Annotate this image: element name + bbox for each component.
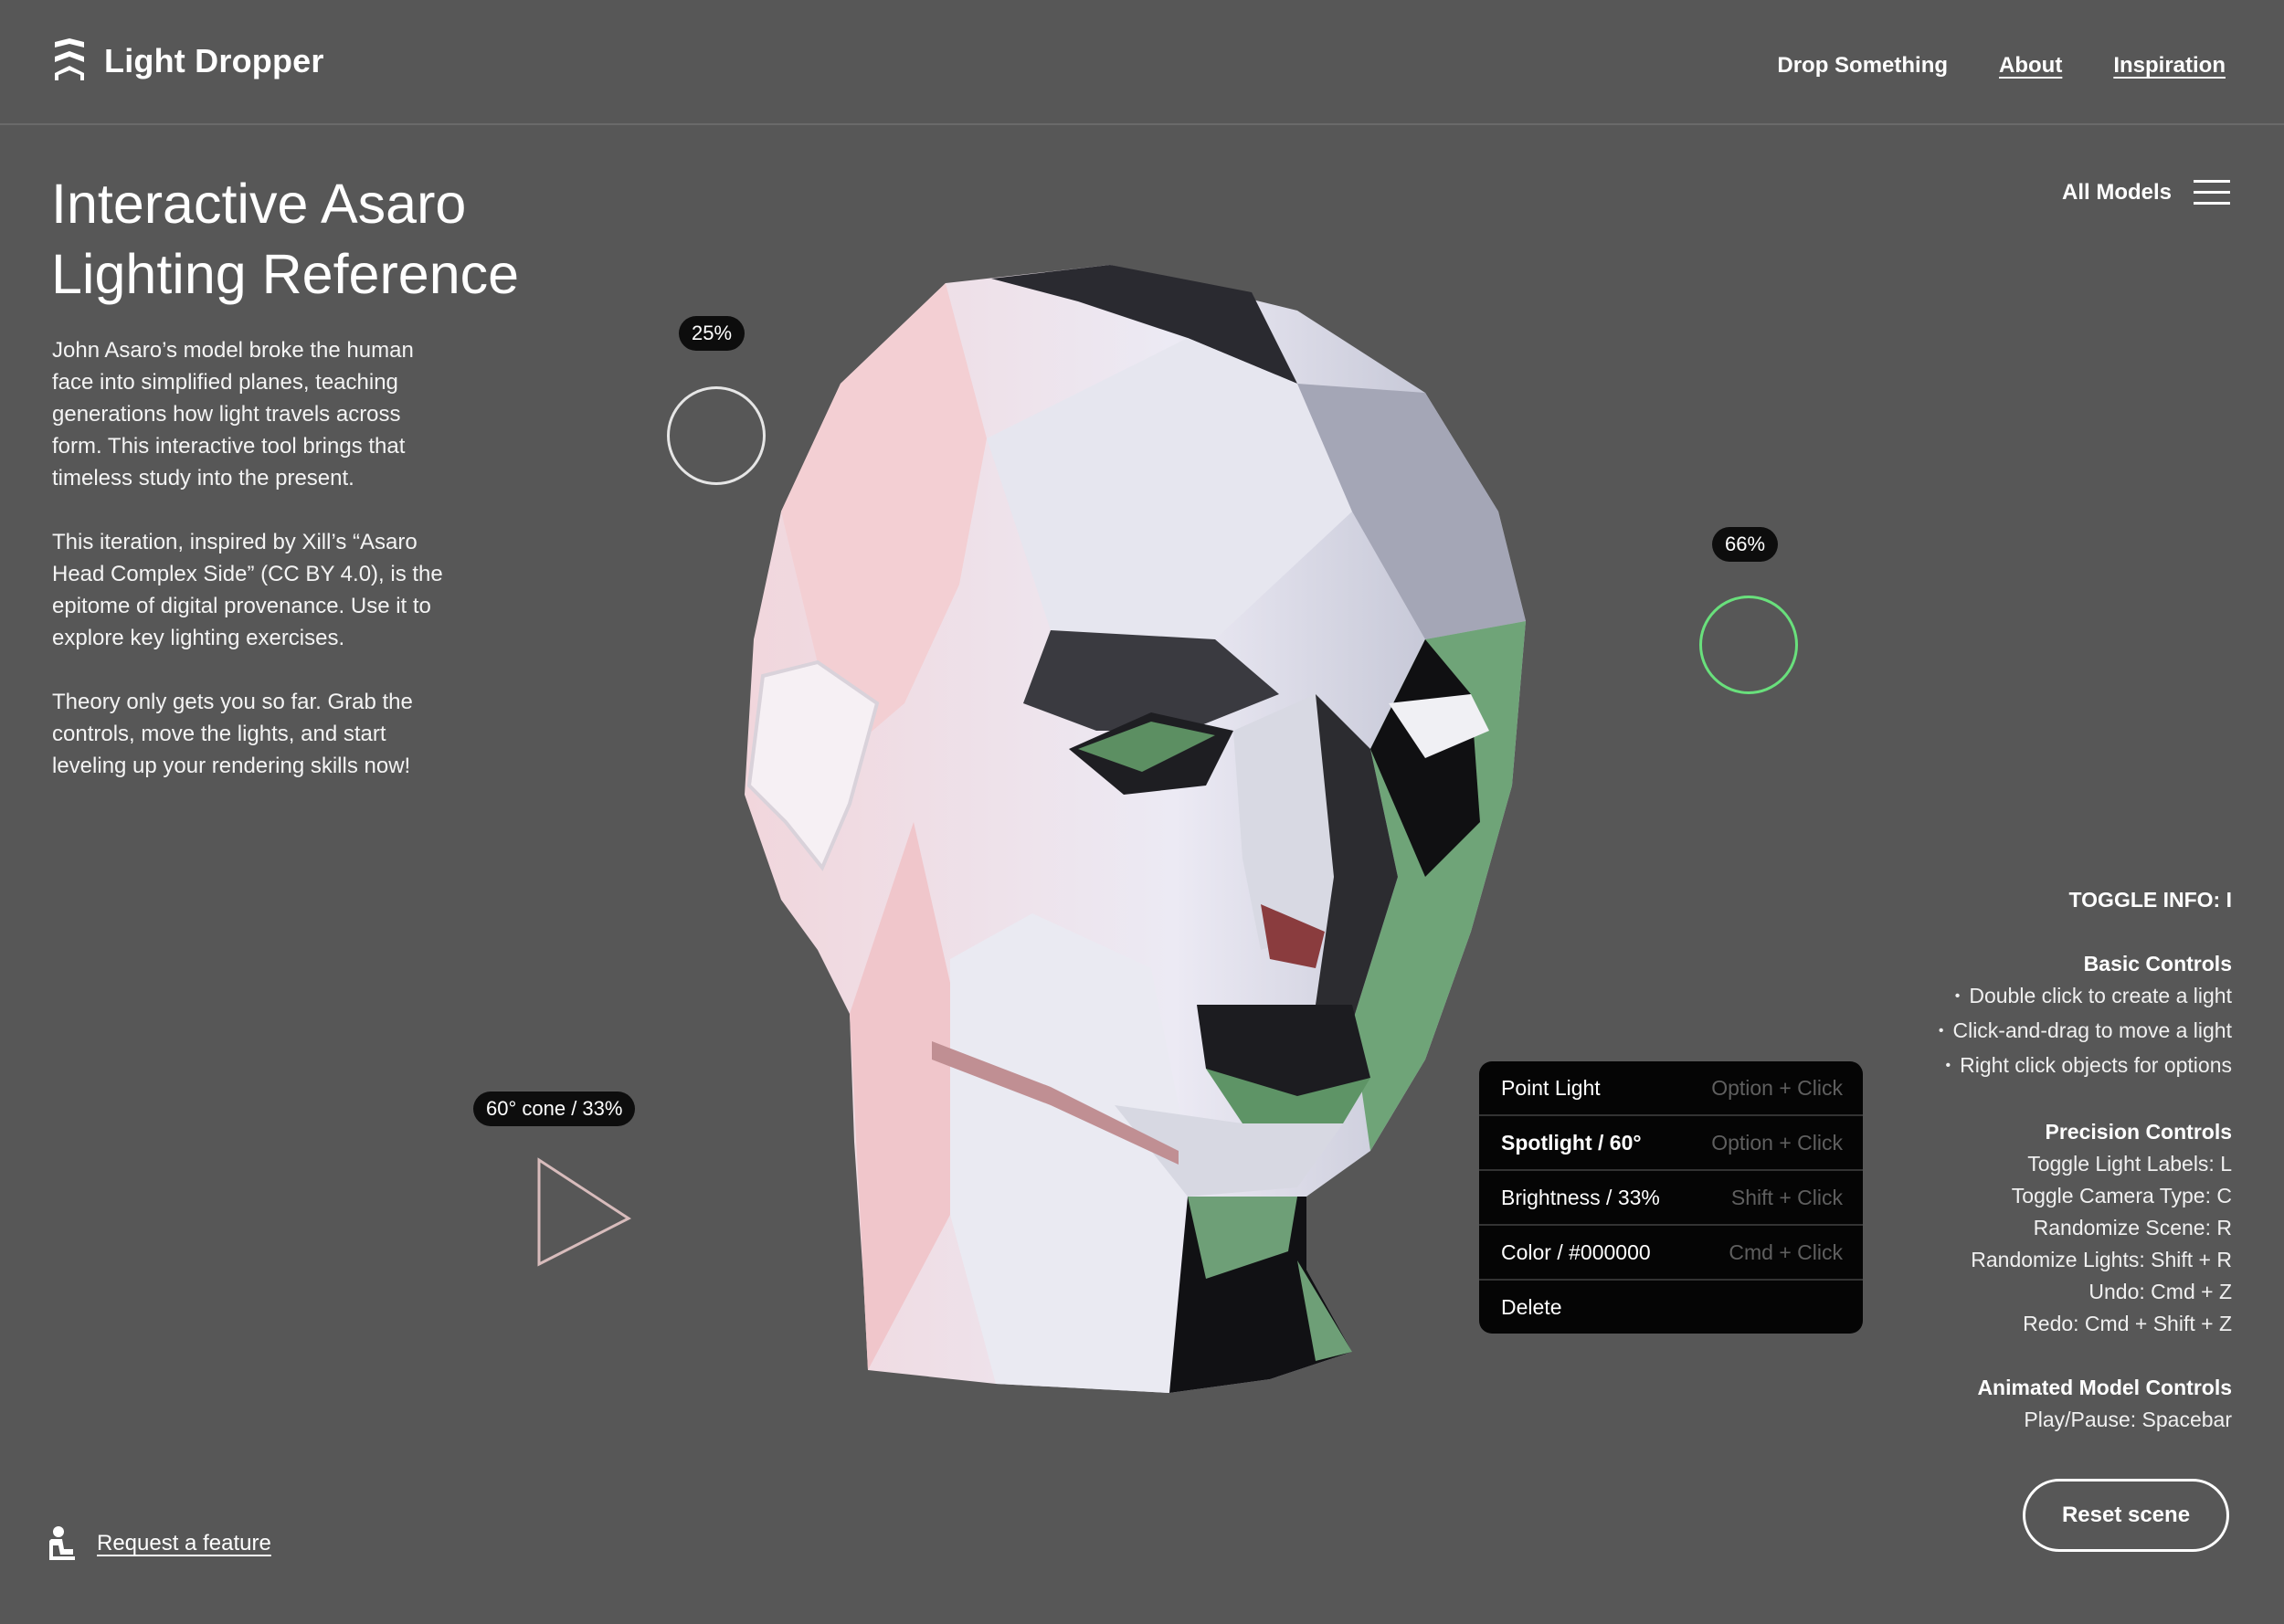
animated-control-item: Play/Pause: Spacebar [2024, 1408, 2232, 1431]
head-planes [745, 265, 1526, 1393]
person-seated-icon [49, 1526, 75, 1560]
toggle-info-hint[interactable]: TOGGLE INFO: I [1757, 884, 2232, 916]
request-feature[interactable]: Request a feature [48, 1525, 271, 1562]
light-label-point-1[interactable]: 25% [679, 316, 745, 351]
basic-control-item: Double click to create a light [1757, 980, 2232, 1015]
animated-controls-title: Animated Model Controls [1977, 1376, 2232, 1399]
basic-control-item: Right click objects for options [1757, 1049, 2232, 1084]
basic-control-item: Click-and-drag to move a light [1757, 1015, 2232, 1049]
precision-control-item: Undo: Cmd + Z [2088, 1280, 2232, 1303]
reset-scene-button[interactable]: Reset scene [2023, 1479, 2229, 1552]
basic-controls-title: Basic Controls [2083, 952, 2232, 975]
spotlight-cone-icon[interactable] [530, 1153, 640, 1271]
light-label-point-2[interactable]: 66% [1712, 527, 1779, 562]
precision-control-item: Randomize Scene: R [2033, 1216, 2232, 1239]
precision-control-item: Toggle Camera Type: C [2011, 1184, 2232, 1207]
precision-control-item: Redo: Cmd + Shift + Z [2023, 1312, 2232, 1335]
point-light-1[interactable] [667, 386, 766, 485]
precision-control-item: Toggle Light Labels: L [2027, 1152, 2232, 1176]
controls-info-panel: TOGGLE INFO: I Basic Controls Double cli… [1757, 884, 2232, 1468]
precision-controls-title: Precision Controls [2045, 1120, 2232, 1144]
light-label-spotlight[interactable]: 60° cone / 33% [473, 1091, 636, 1126]
request-feature-link[interactable]: Request a feature [97, 1531, 271, 1556]
precision-control-item: Randomize Lights: Shift + R [1971, 1248, 2232, 1271]
point-light-2[interactable] [1699, 596, 1798, 694]
